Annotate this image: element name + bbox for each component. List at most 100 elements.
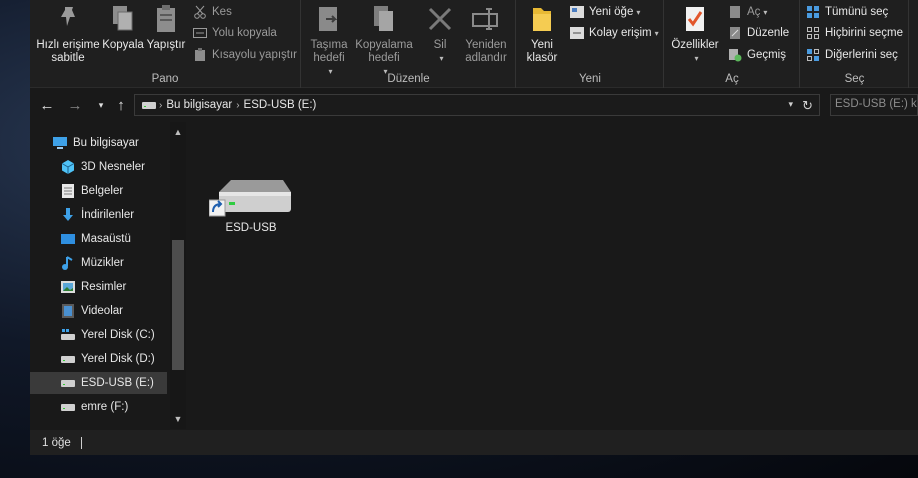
breadcrumb-esd-usb[interactable]: ESD-USB (E:): [244, 99, 317, 111]
nav-item-documents[interactable]: Belgeler: [60, 180, 167, 202]
drive-item-esd-usb[interactable]: ESD-USB: [206, 174, 296, 244]
ribbon-group-yeni: Yeni klasör Yeni öğe ▾ Kolay erişim ▾ Ye…: [517, 0, 664, 88]
paste-label: Yapıştır: [146, 39, 186, 51]
breadcrumb-separator-icon: ›: [236, 99, 240, 111]
up-arrow-icon[interactable]: ↑: [112, 95, 130, 115]
nav-item-local-disk-d[interactable]: Yerel Disk (D:): [60, 348, 167, 370]
copy-path-icon: [192, 25, 208, 41]
select-none-label: Hiçbirini seçme: [825, 27, 903, 39]
rename-icon: [470, 4, 502, 34]
copy-button[interactable]: Kopyala: [101, 4, 145, 52]
easy-access-dropdown-icon: ▾: [654, 28, 659, 38]
nav-pane-scrollbar[interactable]: ▲ ▼: [170, 122, 186, 429]
easy-access-icon: [569, 25, 585, 41]
nav-item-desktop[interactable]: Masaüstü: [60, 228, 167, 250]
nav-item-pictures[interactable]: Resimler: [60, 276, 167, 298]
file-explorer-window: Hızlı erişime sabitle Kopyala Yapıştır K…: [30, 0, 918, 455]
select-all-icon: [805, 4, 821, 20]
move-to-button[interactable]: Taşıma hedefi ▾: [306, 4, 352, 78]
rename-button[interactable]: Yeniden adlandır: [460, 4, 512, 65]
select-all-button[interactable]: Tümünü seç: [805, 4, 888, 20]
delete-dropdown-icon: ▾: [439, 54, 444, 63]
forward-arrow-icon[interactable]: →: [66, 95, 84, 115]
cut-label: Kes: [212, 6, 232, 18]
pin-quick-access-button[interactable]: Hızlı erişime sabitle: [34, 4, 102, 65]
navigation-bar: ← → ▾ ↑ › Bu bilgisayar › ESD-USB (E:) ▾…: [30, 90, 918, 120]
paste-button[interactable]: Yapıştır: [146, 4, 186, 52]
open-label: Aç: [747, 6, 761, 18]
new-item-button[interactable]: Yeni öğe ▾: [569, 4, 640, 20]
invert-selection-label: Diğerlerini seç: [825, 49, 898, 61]
ribbon-group-label-ac: Aç: [725, 73, 739, 85]
properties-dropdown-icon: ▾: [694, 54, 699, 63]
file-list-area[interactable]: ESD-USB: [188, 122, 918, 429]
scroll-up-chevron-icon[interactable]: ▲: [170, 124, 186, 140]
properties-checkmark-icon: [679, 4, 711, 34]
copy-to-label: Kopyalama hedefi: [355, 39, 413, 64]
paste-shortcut-button[interactable]: Kısayolu yapıştır: [192, 47, 297, 63]
drive-item-label: ESD-USB: [225, 222, 277, 234]
history-button[interactable]: Geçmiş: [727, 47, 786, 63]
new-folder-label: Yeni klasör: [526, 39, 558, 64]
refresh-icon[interactable]: ↻: [802, 98, 813, 114]
delete-label: Sil: [433, 39, 447, 51]
recent-locations-chevron-icon[interactable]: ▾: [92, 95, 110, 115]
status-bar: 1 öğe: [30, 430, 918, 455]
delete-button[interactable]: Sil ▾: [420, 4, 460, 65]
select-none-icon: [805, 25, 821, 41]
search-input[interactable]: ESD-USB (E:) klasörü: [830, 94, 918, 116]
history-icon: [727, 47, 743, 63]
nav-item-label: Bu bilgisayar: [73, 137, 139, 149]
nav-item-label: Müzikler: [81, 257, 124, 269]
paste-shortcut-label: Kısayolu yapıştır: [212, 49, 298, 61]
copy-icon: [107, 4, 139, 34]
nav-item-label: İndirilenler: [81, 209, 135, 221]
paste-shortcut-icon: [192, 47, 208, 63]
new-item-dropdown-icon: ▾: [636, 7, 641, 17]
address-bar[interactable]: › Bu bilgisayar › ESD-USB (E:) ▾ ↻: [134, 94, 820, 116]
breadcrumb-this-pc[interactable]: Bu bilgisayar: [166, 99, 232, 111]
copy-to-button[interactable]: Kopyalama hedefi ▾: [352, 4, 416, 78]
scroll-down-chevron-icon[interactable]: ▼: [170, 411, 186, 427]
invert-selection-button[interactable]: Diğerlerini seç: [805, 47, 898, 63]
ribbon-group-ac: Özellikler ▾ Aç ▾ Düzenle Geçmiş Aç: [665, 0, 800, 88]
nav-item-videos[interactable]: Videolar: [60, 300, 167, 322]
easy-access-label: Kolay erişim: [589, 27, 652, 39]
rename-label: Yeniden adlandır: [465, 39, 507, 64]
copy-path-button[interactable]: Yolu kopyala: [192, 25, 277, 41]
select-none-button[interactable]: Hiçbirini seçme: [805, 25, 903, 41]
new-folder-icon: [526, 4, 558, 34]
easy-access-button[interactable]: Kolay erişim ▾: [569, 25, 659, 41]
scrollbar-thumb[interactable]: [172, 240, 184, 370]
cut-button[interactable]: Kes: [192, 4, 232, 20]
edit-button[interactable]: Düzenle: [727, 25, 789, 41]
history-label: Geçmiş: [747, 49, 786, 61]
edit-icon: [727, 25, 743, 41]
nav-item-downloads[interactable]: İndirilenler: [60, 204, 167, 226]
cube-icon: [60, 159, 76, 175]
invert-selection-icon: [805, 47, 821, 63]
nav-item-emre-f[interactable]: emre (F:): [60, 396, 167, 418]
back-arrow-icon[interactable]: ←: [38, 95, 56, 115]
nav-item-esd-usb[interactable]: ESD-USB (E:): [30, 372, 167, 394]
nav-item-this-pc[interactable]: Bu bilgisayar: [52, 132, 167, 154]
nav-item-local-disk-c[interactable]: Yerel Disk (C:): [60, 324, 167, 346]
properties-button[interactable]: Özellikler ▾: [667, 4, 723, 65]
ribbon-group-label-duzenle: Düzenle: [387, 73, 430, 85]
document-icon: [60, 183, 76, 199]
navigation-pane: Bu bilgisayar 3D Nesneler Belgeler İndir…: [30, 122, 187, 429]
new-folder-button[interactable]: Yeni klasör: [519, 4, 565, 65]
new-item-label: Yeni öğe: [589, 6, 634, 18]
edit-label: Düzenle: [747, 27, 790, 39]
nav-item-music[interactable]: Müzikler: [60, 252, 167, 274]
item-count: 1 öğe: [42, 436, 71, 449]
nav-item-3d-objects[interactable]: 3D Nesneler: [60, 156, 167, 178]
ribbon-group-label-sec: Seç: [844, 73, 865, 85]
picture-icon: [60, 279, 76, 295]
address-dropdown-icon[interactable]: ▾: [788, 99, 793, 110]
ribbon-group-duzenle: Taşıma hedefi ▾ Kopyalama hedefi ▾ Sil ▾: [302, 0, 516, 88]
open-button[interactable]: Aç ▾: [727, 4, 767, 20]
move-to-icon: [313, 4, 345, 34]
nav-item-label: Videolar: [81, 305, 123, 317]
scissors-icon: [192, 4, 208, 20]
